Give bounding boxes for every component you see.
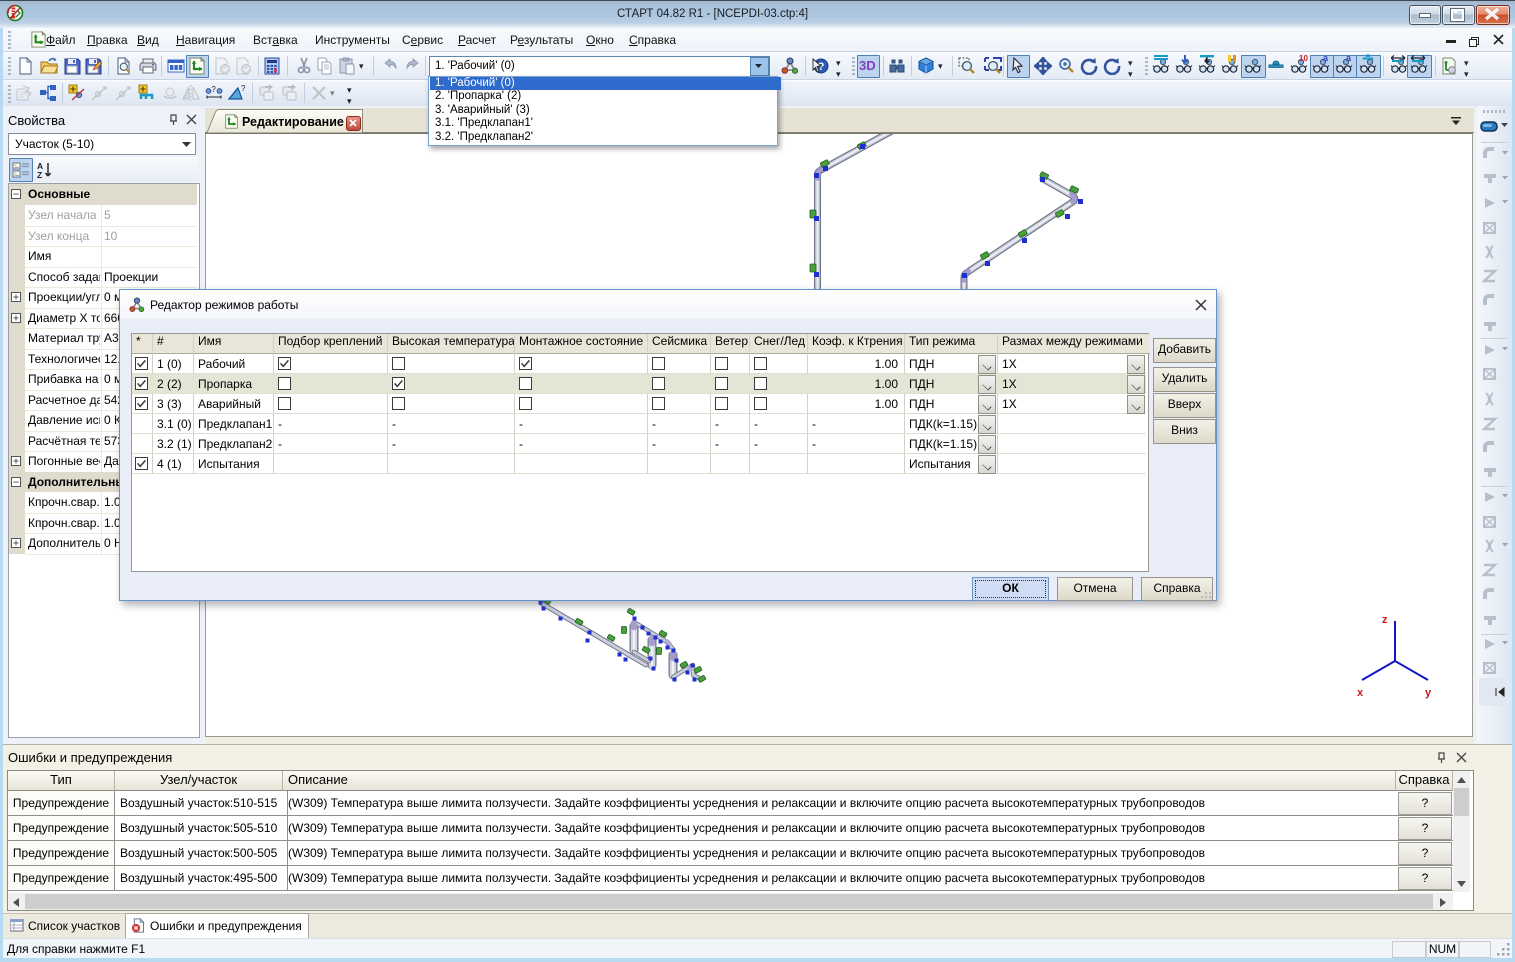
svg-text:z: z — [1382, 614, 1388, 626]
svg-text:y: y — [1425, 687, 1432, 699]
svg-text:x: x — [1357, 687, 1364, 699]
